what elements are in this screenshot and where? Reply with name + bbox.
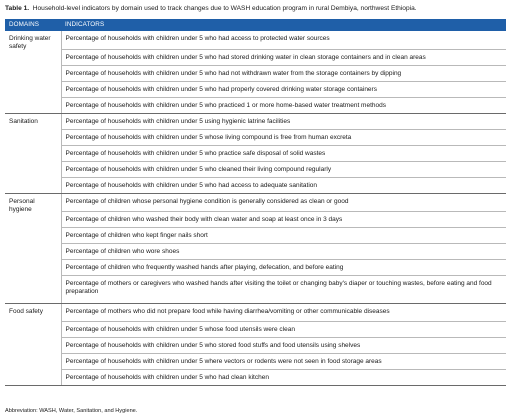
indicator-cell: Percentage of households with children u… xyxy=(60,369,506,386)
table-row: Percentage of households with children u… xyxy=(5,97,506,114)
indicator-cell: Percentage of children who kept finger n… xyxy=(60,227,506,244)
indicator-cell: Percentage of households with children u… xyxy=(60,321,506,338)
table-row: Personal hygiene Percentage of children w… xyxy=(5,193,506,304)
caption-label: Table 1. xyxy=(5,5,30,12)
table-row: Percentage of households with children u… xyxy=(5,65,506,82)
table-row: Drinking water safety Percentage of house… xyxy=(5,31,506,114)
indicator-cell: Percentage of households with children u… xyxy=(60,81,506,98)
indicator-cell: Percentage of mothers who did not prepar… xyxy=(60,303,506,322)
table-row: Sanitation Percentage of households with … xyxy=(5,113,506,194)
table-row: Percentage of children who frequently wa… xyxy=(5,259,506,276)
table-row: Percentage of children who kept finger n… xyxy=(5,227,506,244)
table-row: Percentage of children who wore shoes xyxy=(5,243,506,260)
indicator-cell: Percentage of households with children u… xyxy=(60,161,506,178)
indicator-cell: Percentage of households with children u… xyxy=(60,65,506,82)
table-row: Percentage of children who washed their … xyxy=(5,211,506,228)
domain-cell: Drinking water safety xyxy=(5,31,61,114)
table-header-row: DOMAINS INDICATORS xyxy=(5,19,506,31)
indicator-cell: Percentage of households with children u… xyxy=(60,49,506,66)
table-caption: Table 1. Household-level indicators by d… xyxy=(5,4,505,13)
indicator-cell: Percentage of households with children u… xyxy=(60,113,506,130)
indicator-cell: Percentage of households with children u… xyxy=(60,31,506,50)
indicator-cell: Percentage of households with children u… xyxy=(60,177,506,194)
indicator-cell: Percentage of households with children u… xyxy=(60,353,506,370)
indicator-cell: Percentage of children who frequently wa… xyxy=(60,259,506,276)
table-row: Percentage of households with children u… xyxy=(5,369,506,386)
table-row: Percentage of households with children u… xyxy=(5,81,506,98)
header-indicators: INDICATORS xyxy=(61,19,506,31)
table-footnote: Abbreviation: WASH, Water, Sanitation, a… xyxy=(5,408,138,414)
table-row: Percentage of households with children u… xyxy=(5,161,506,178)
domain-cell: Sanitation xyxy=(5,113,61,194)
indicator-cell: Percentage of households with children u… xyxy=(60,97,506,114)
indicator-cell: Percentage of children who wore shoes xyxy=(60,243,506,260)
indicators-table: DOMAINS INDICATORS Drinking water safety… xyxy=(5,19,506,386)
header-domains: DOMAINS xyxy=(5,19,61,31)
domain-cell: Personal hygiene xyxy=(5,193,61,304)
indicator-cell: Percentage of mothers or caregivers who … xyxy=(60,275,506,304)
table-row: Percentage of households with children u… xyxy=(5,337,506,354)
indicator-cell: Percentage of children who washed their … xyxy=(60,211,506,228)
indicator-cell: Percentage of households with children u… xyxy=(60,129,506,146)
table-row: Percentage of households with children u… xyxy=(5,145,506,162)
table-row: Percentage of households with children u… xyxy=(5,49,506,66)
indicator-cell: Percentage of households with children u… xyxy=(60,337,506,354)
table-row: Percentage of households with children u… xyxy=(5,321,506,338)
table-row: Percentage of mothers or caregivers who … xyxy=(5,275,506,304)
domain-cell: Food safety xyxy=(5,303,61,386)
table-row: Percentage of households with children u… xyxy=(5,129,506,146)
indicator-cell: Percentage of households with children u… xyxy=(60,145,506,162)
table-row: Food safety Percentage of mothers who did… xyxy=(5,303,506,386)
table-row: Percentage of households with children u… xyxy=(5,177,506,194)
caption-text: Household-level indicators by domain use… xyxy=(32,5,417,12)
indicator-cell: Percentage of children whose personal hy… xyxy=(60,193,506,212)
table-body: Drinking water safety Percentage of house… xyxy=(5,31,506,386)
table-row: Percentage of households with children u… xyxy=(5,353,506,370)
document-page: Table 1. Household-level indicators by d… xyxy=(0,0,510,420)
